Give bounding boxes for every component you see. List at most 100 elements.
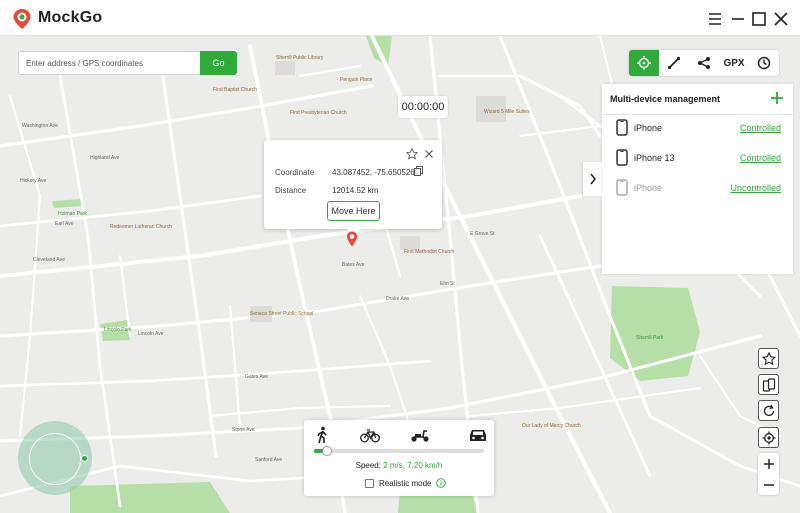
speed-panel: Speed: 2 m/s, 7.20 km/h Realistic mode [304,420,494,496]
info-icon[interactable] [436,478,447,488]
map-label: Sanford Ave [255,457,283,463]
joystick-ring [29,433,81,485]
divider [602,114,793,115]
chevron-right-icon [589,173,596,185]
coordinate-value: 43.087452, -75.650526 [332,168,415,177]
map-label: Stone Ave [232,427,255,433]
phone-icon [616,149,628,166]
map-label: Holman Park [58,211,87,217]
distance-value: 12014.52 km [332,186,379,195]
walk-icon[interactable] [312,426,332,444]
device-status-link[interactable]: Controlled [740,153,781,163]
speed-readout: Speed: 2 m/s, 7.20 km/h [304,461,494,470]
device-row[interactable]: iPhone 13 Controlled [602,146,793,170]
minimize-icon[interactable] [729,10,747,28]
phones-icon [762,377,775,392]
mode-toolbar: GPX [629,50,779,76]
scooter-icon[interactable] [410,426,430,444]
device-status-link[interactable]: Controlled [740,123,781,133]
crosshair-icon [637,56,651,70]
map-label: First Baptist Church [213,87,257,93]
map-label: Our Lady of Mercy Church [522,423,581,429]
map-label: Redeemer Lutheran Church [110,224,172,230]
collapse-panel-button[interactable] [583,162,602,196]
bicycle-icon[interactable] [360,426,380,444]
maximize-icon[interactable] [750,10,768,28]
map-label: Penguin Place [340,77,373,83]
map-label: Washington Ave [22,123,58,129]
map-label: E Grove St [470,231,495,237]
map-label: Hickory Ave [20,178,47,184]
zoom-out-button[interactable] [758,474,779,495]
speed-slider-handle[interactable] [322,446,333,456]
map-label: First Presbyterian Church [290,110,347,116]
menu-icon[interactable] [706,10,724,28]
phone-icon [616,119,628,136]
refresh-icon [763,404,774,416]
device-switch-button[interactable] [758,374,779,395]
realistic-mode-toggle[interactable]: Realistic mode [365,477,447,489]
device-panel-title: Multi-device management [610,94,721,104]
speed-slider-track[interactable] [314,449,484,453]
speed-label: Speed: [355,461,381,470]
star-favorite-icon[interactable] [406,148,418,160]
copy-icon[interactable] [414,166,423,176]
map-label: Wizard 5 Mile Suites [484,109,530,115]
map-label: Sherrill Park [636,335,664,341]
two-spot-mode-button[interactable] [659,50,689,76]
route-line-icon [667,56,681,70]
realistic-mode-label: Realistic mode [379,478,432,488]
search-box: Go [18,51,237,75]
map-label: Cleveland Ave [33,257,65,263]
reset-location-button[interactable] [758,400,779,421]
my-location-button[interactable] [758,427,779,448]
map-label: Gates Ave [245,374,268,380]
history-button[interactable] [749,50,779,76]
realistic-mode-checkbox[interactable] [365,478,374,488]
device-row[interactable]: iPhone Controlled [602,116,793,140]
map-label: Highland Ave [90,155,120,161]
multi-spot-mode-button[interactable] [689,50,719,76]
close-popup-icon[interactable] [424,149,434,159]
app-logo-icon [13,9,31,29]
map-label: Lincoln Ave [138,331,164,337]
teleport-mode-button[interactable] [629,50,659,76]
destination-pin-icon [347,231,357,247]
map-label: Drake Ave [386,296,409,302]
timer-display: 00:00:00 [398,96,448,118]
plus-icon [763,458,774,469]
map-label: Sherrill Public Library [276,55,324,61]
device-name: iPhone 13 [634,153,675,163]
share-nodes-icon [698,57,710,69]
gpx-import-button[interactable]: GPX [719,50,749,76]
speed-value: 2 m/s, 7.20 km/h [383,461,443,470]
device-name: iPhone [634,183,663,193]
move-here-button[interactable]: Move Here [327,201,380,221]
locate-icon [762,431,775,444]
coordinate-label: Coordinate [275,168,315,177]
joystick-handle[interactable] [81,455,88,462]
car-icon[interactable] [468,426,488,444]
clock-icon [757,56,771,70]
minus-icon [763,483,774,486]
distance-label: Distance [275,186,307,195]
map-label: First Methodist Church [404,249,455,255]
zoom-in-button[interactable] [758,453,779,474]
map-label: Lincoln Park [104,327,132,333]
star-icon [761,351,776,365]
device-panel: Multi-device management iPhone Controlle… [602,84,793,274]
title-bar: MockGo [0,0,800,36]
go-button[interactable]: Go [200,51,237,75]
device-row[interactable]: iPhone Uncontrolled [602,176,793,200]
close-icon[interactable] [772,10,790,28]
phone-icon [616,179,628,196]
map-label: Elm St [440,281,455,287]
search-input[interactable] [19,52,202,74]
device-status-link[interactable]: Uncontrolled [730,183,781,193]
add-device-icon[interactable] [769,90,785,106]
location-popup: Coordinate 43.087452, -75.650526 Distanc… [264,140,442,236]
map-label: Seneca Street Public School [250,311,314,317]
app-title: MockGo [38,9,103,26]
favorites-button[interactable] [758,348,779,369]
map-label: Bates Ave [342,262,365,268]
